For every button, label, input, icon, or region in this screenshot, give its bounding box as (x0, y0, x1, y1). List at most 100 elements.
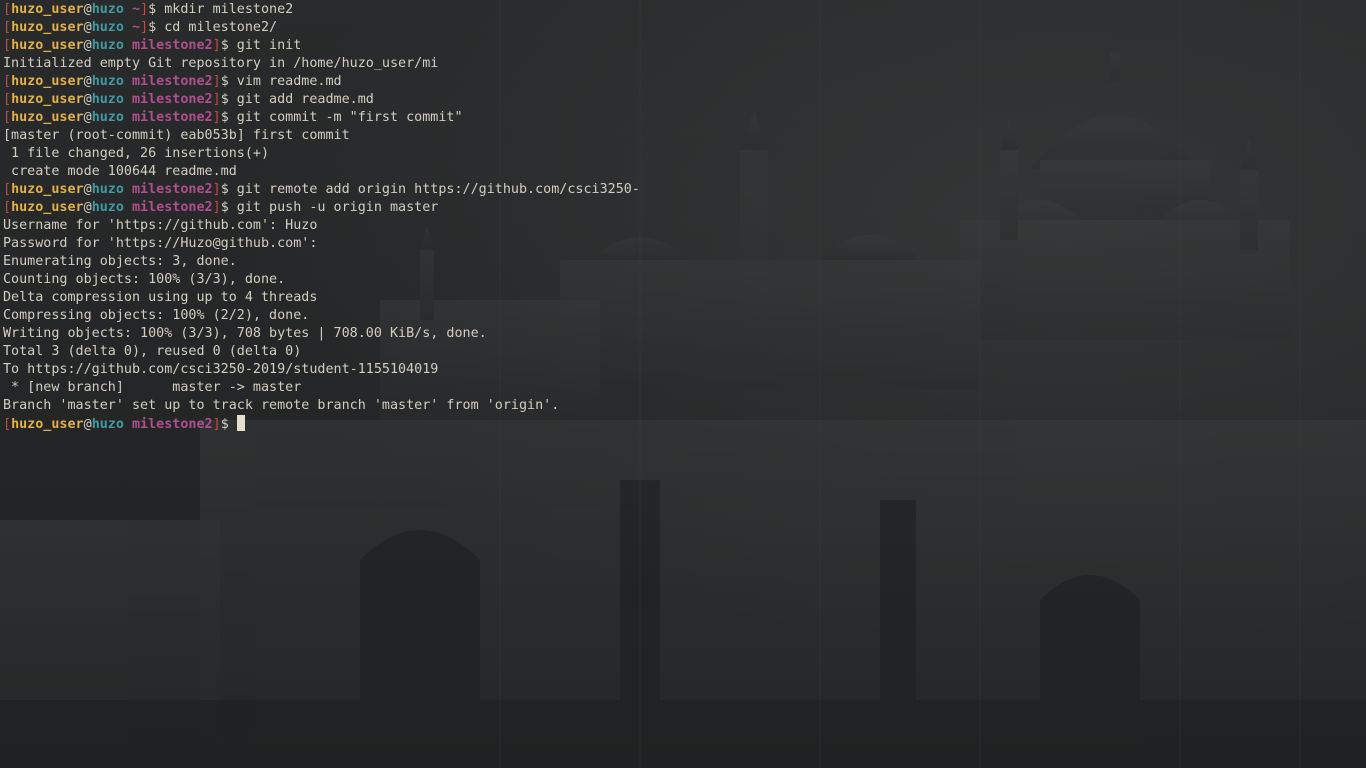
command-text: git push -u origin master (228, 200, 439, 215)
prompt-dollar: $ (220, 182, 229, 197)
prompt-directory: ~ (132, 20, 141, 35)
prompt-directory: milestone2 (132, 74, 213, 89)
prompt-host: huzo (91, 2, 124, 17)
command-text: git commit -m "first commit" (228, 110, 463, 125)
prompt-at: @ (83, 2, 92, 17)
prompt-at: @ (83, 182, 92, 197)
prompt-directory: milestone2 (132, 92, 213, 107)
prompt-bracket-close: ] (212, 92, 221, 107)
command-text: git add readme.md (228, 92, 374, 107)
prompt-user: huzo_user (11, 38, 84, 53)
prompt-host: huzo (91, 182, 124, 197)
output-text: Writing objects: 100% (3/3), 708 bytes |… (3, 326, 487, 341)
output-text: * [new branch] master -> master (3, 380, 302, 395)
terminal-output-line: Enumerating objects: 3, done. (3, 253, 1363, 271)
prompt-dollar: $ (220, 74, 229, 89)
prompt-host: huzo (91, 20, 124, 35)
terminal-output-line: Password for 'https://Huzo@github.com': (3, 235, 1363, 253)
prompt-directory: milestone2 (132, 38, 213, 53)
prompt-host: huzo (91, 74, 124, 89)
prompt-dollar: $ (220, 110, 229, 125)
terminal-output-line: Total 3 (delta 0), reused 0 (delta 0) (3, 343, 1363, 361)
prompt-bracket-open: [ (3, 38, 12, 53)
prompt-line: [huzo_user@huzo milestone2]$ git remote … (3, 181, 1363, 199)
prompt-bracket-open: [ (3, 2, 12, 17)
prompt-bracket-close: ] (140, 20, 149, 35)
terminal-output-line: [master (root-commit) eab053b] first com… (3, 127, 1363, 145)
prompt-line: [huzo_user@huzo milestone2]$ git commit … (3, 109, 1363, 127)
prompt-bracket-close: ] (212, 182, 221, 197)
prompt-at: @ (83, 417, 92, 432)
prompt-line: [huzo_user@huzo milestone2]$ git add rea… (3, 91, 1363, 109)
command-text: git remote add origin https://github.com… (228, 182, 640, 197)
prompt-host: huzo (91, 110, 124, 125)
command-text: mkdir milestone2 (156, 2, 294, 17)
prompt-user: huzo_user (11, 74, 84, 89)
prompt-directory: milestone2 (132, 182, 213, 197)
prompt-user: huzo_user (11, 92, 84, 107)
prompt-line: [huzo_user@huzo ~]$ cd milestone2/ (3, 19, 1363, 37)
prompt-user: huzo_user (11, 2, 84, 17)
prompt-dollar: $ (220, 92, 229, 107)
output-text: Branch 'master' set up to track remote b… (3, 398, 560, 413)
terminal-output-line: 1 file changed, 26 insertions(+) (3, 145, 1363, 163)
output-text: create mode 100644 readme.md (3, 164, 237, 179)
prompt-line: [huzo_user@huzo ~]$ mkdir milestone2 (3, 1, 1363, 19)
prompt-host: huzo (91, 417, 124, 432)
prompt-bracket-close: ] (212, 74, 221, 89)
command-text: cd milestone2/ (156, 20, 278, 35)
prompt-dollar: $ (220, 200, 229, 215)
prompt-host: huzo (91, 200, 124, 215)
prompt-at: @ (83, 20, 92, 35)
prompt-line: [huzo_user@huzo milestone2]$ git push -u… (3, 199, 1363, 217)
output-text: 1 file changed, 26 insertions(+) (3, 146, 270, 161)
terminal-output-line: create mode 100644 readme.md (3, 163, 1363, 181)
prompt-user: huzo_user (11, 20, 84, 35)
prompt-dollar: $ (220, 417, 229, 432)
output-text: Delta compression using up to 4 threads (3, 290, 318, 305)
prompt-at: @ (83, 110, 92, 125)
active-prompt-line: [huzo_user@huzo milestone2]$ (3, 415, 1363, 433)
output-text: Total 3 (delta 0), reused 0 (delta 0) (3, 344, 302, 359)
output-text: Counting objects: 100% (3/3), done. (3, 272, 286, 287)
prompt-bracket-close: ] (212, 38, 221, 53)
prompt-dollar: $ (220, 38, 229, 53)
prompt-bracket-open: [ (3, 200, 12, 215)
prompt-user: huzo_user (11, 417, 84, 432)
prompt-user: huzo_user (11, 200, 84, 215)
prompt-bracket-open: [ (3, 417, 12, 432)
prompt-directory: milestone2 (132, 110, 213, 125)
terminal-output-line: Counting objects: 100% (3/3), done. (3, 271, 1363, 289)
prompt-bracket-close: ] (212, 110, 221, 125)
output-text: [master (root-commit) eab053b] first com… (3, 128, 350, 143)
prompt-dollar: $ (148, 2, 157, 17)
desktop: [huzo_user@huzo ~]$ mkdir milestone2 [huz… (0, 0, 1366, 768)
output-text: Initialized empty Git repository in /hom… (3, 56, 439, 71)
text-cursor (236, 415, 245, 431)
prompt-bracket-open: [ (3, 92, 12, 107)
prompt-at: @ (83, 38, 92, 53)
prompt-line: [huzo_user@huzo milestone2]$ git init (3, 37, 1363, 55)
terminal-output-line: Delta compression using up to 4 threads (3, 289, 1363, 307)
prompt-user: huzo_user (11, 110, 84, 125)
terminal-output-line: To https://github.com/csci3250-2019/stud… (3, 361, 1363, 379)
prompt-bracket-open: [ (3, 74, 12, 89)
command-text (229, 417, 237, 432)
prompt-line: [huzo_user@huzo milestone2]$ vim readme.… (3, 73, 1363, 91)
terminal-output[interactable]: [huzo_user@huzo ~]$ mkdir milestone2 [huz… (3, 1, 1363, 433)
prompt-bracket-open: [ (3, 182, 12, 197)
terminal-output-line: * [new branch] master -> master (3, 379, 1363, 397)
prompt-directory: ~ (132, 2, 141, 17)
prompt-at: @ (83, 74, 92, 89)
terminal-output-line: Compressing objects: 100% (2/2), done. (3, 307, 1363, 325)
prompt-bracket-close: ] (212, 417, 221, 432)
terminal-output-line: Username for 'https://github.com': Huzo (3, 217, 1363, 235)
output-text: Enumerating objects: 3, done. (3, 254, 237, 269)
prompt-user: huzo_user (11, 182, 84, 197)
prompt-bracket-close: ] (140, 2, 149, 17)
prompt-bracket-open: [ (3, 110, 12, 125)
command-text: vim readme.md (228, 74, 342, 89)
output-text: Password for 'https://Huzo@github.com': (3, 236, 318, 251)
prompt-at: @ (83, 92, 92, 107)
prompt-host: huzo (91, 92, 124, 107)
